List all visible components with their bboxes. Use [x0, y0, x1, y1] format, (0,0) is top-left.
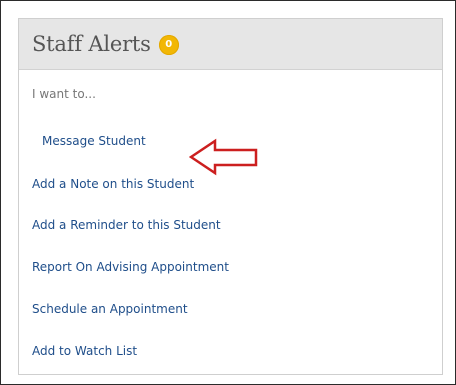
alert-count-badge: 0 — [158, 34, 179, 55]
report-advising-appointment-link[interactable]: Report On Advising Appointment — [32, 260, 229, 274]
schedule-appointment-link[interactable]: Schedule an Appointment — [32, 302, 188, 316]
panel-header: Staff Alerts 0 — [19, 19, 442, 70]
add-to-watch-list-link[interactable]: Add to Watch List — [32, 344, 137, 358]
message-student-link[interactable]: Message Student — [42, 134, 146, 148]
add-reminder-link[interactable]: Add a Reminder to this Student — [32, 218, 221, 232]
add-note-link[interactable]: Add a Note on this Student — [32, 177, 194, 191]
screenshot-frame: Staff Alerts 0 I want to... Message Stud… — [0, 0, 456, 385]
staff-alerts-panel: Staff Alerts 0 I want to... Message Stud… — [18, 18, 443, 375]
left-arrow-icon — [189, 138, 258, 176]
panel-title: Staff Alerts — [32, 32, 151, 56]
i-want-to-label: I want to... — [32, 87, 96, 101]
